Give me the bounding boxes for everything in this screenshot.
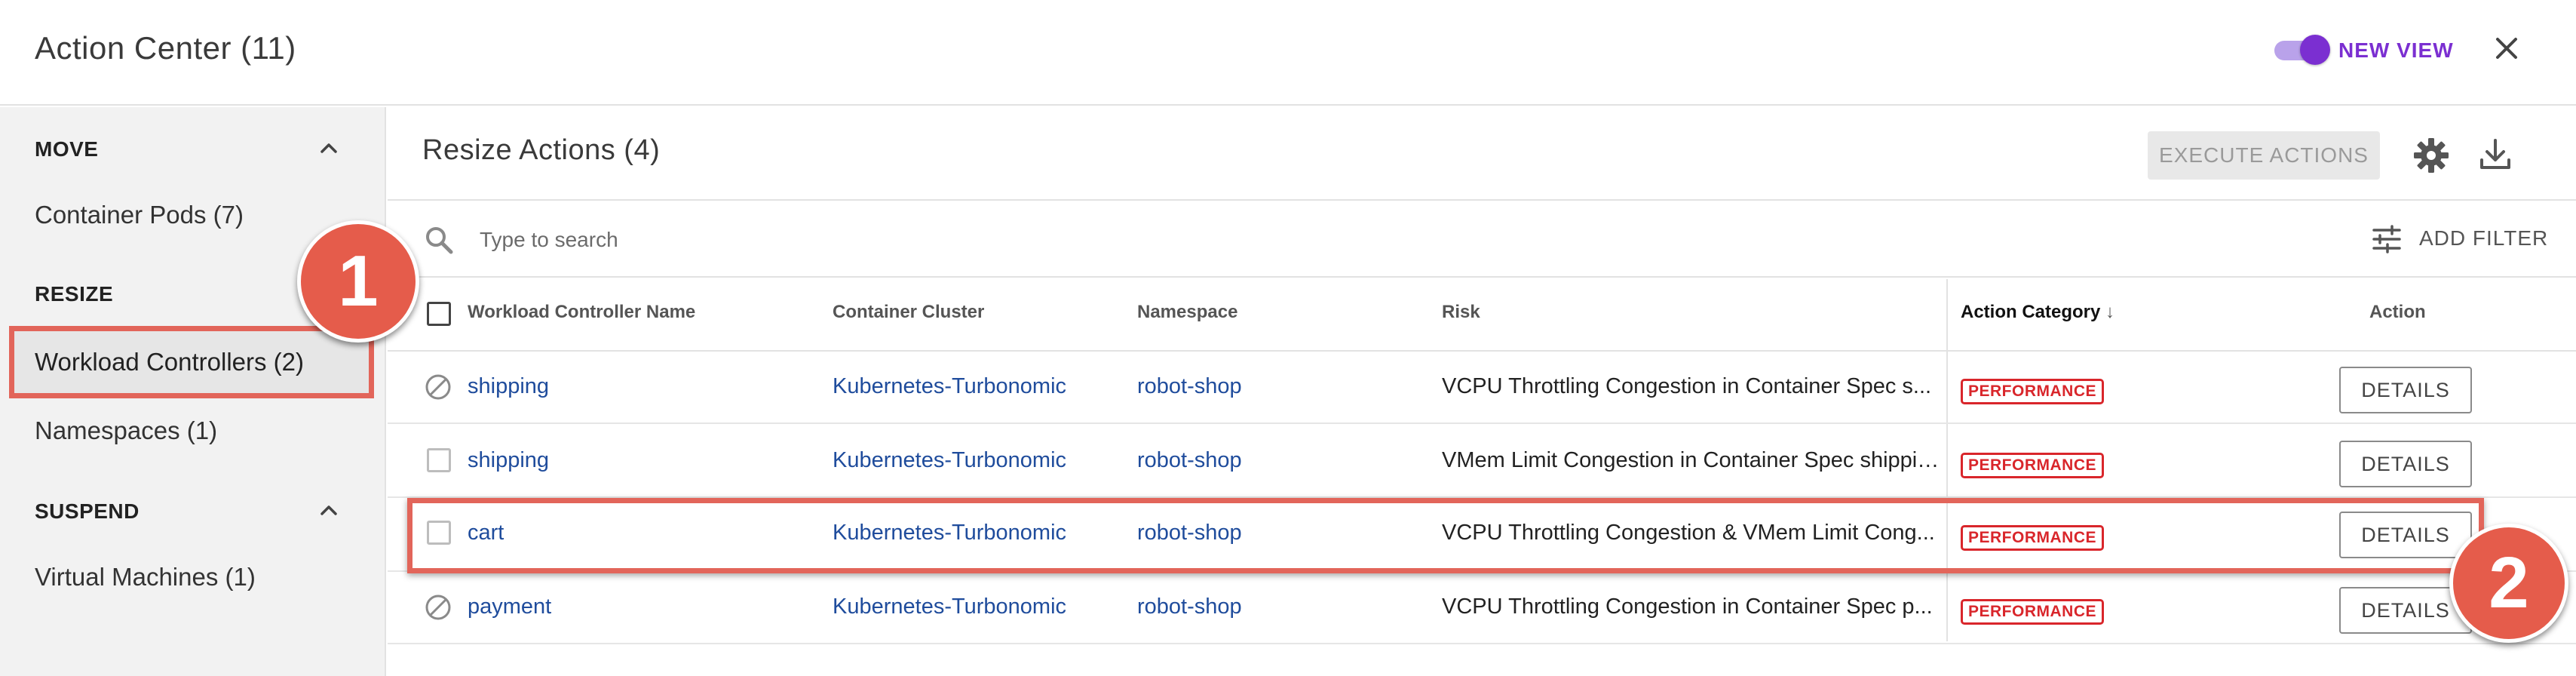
namespace-link[interactable]: robot-shop <box>1137 374 1242 399</box>
column-header-label: Action Category <box>1961 302 2101 322</box>
cluster-link[interactable]: Kubernetes-Turbonomic <box>833 374 1066 399</box>
workload-name-link[interactable]: payment <box>468 595 551 619</box>
risk-text: VMem Limit Congestion in Container Spec … <box>1442 448 1940 472</box>
column-header-cluster[interactable]: Container Cluster <box>833 302 984 323</box>
performance-badge: PERFORMANCE <box>1961 453 2105 478</box>
sidebar-item-virtual-machines[interactable]: Virtual Machines (1) <box>35 563 256 592</box>
sidebar-item-workload-controllers[interactable]: Workload Controllers (2) <box>9 326 374 398</box>
sidebar-item-container-pods[interactable]: Container Pods (7) <box>35 201 244 229</box>
row-checkbox[interactable] <box>427 448 451 472</box>
execute-actions-button[interactable]: EXECUTE ACTIONS <box>2148 131 2380 180</box>
search-bar: ADD FILTER <box>388 202 2576 278</box>
chevron-up-icon[interactable] <box>315 496 342 524</box>
new-view-label[interactable]: NEW VIEW <box>2338 38 2454 63</box>
toggle-knob <box>2300 35 2330 65</box>
table-row: payment Kubernetes-Turbonomic robot-shop… <box>388 572 2576 644</box>
performance-badge: PERFORMANCE <box>1961 599 2105 625</box>
column-header-namespace[interactable]: Namespace <box>1137 302 1237 323</box>
namespace-link[interactable]: robot-shop <box>1137 595 1242 619</box>
search-icon <box>426 227 453 254</box>
row-highlight-box <box>407 498 2484 573</box>
page-title: Action Center (11) <box>35 30 296 66</box>
main-header: Resize Actions (4) EXECUTE ACTIONS <box>388 107 2576 201</box>
section-heading-suspend: SUSPEND <box>35 499 140 523</box>
table-row: shipping Kubernetes-Turbonomic robot-sho… <box>388 352 2576 424</box>
section-heading-move: MOVE <box>35 137 99 161</box>
cluster-link[interactable]: Kubernetes-Turbonomic <box>833 595 1066 619</box>
chevron-up-icon[interactable] <box>315 134 342 161</box>
add-filter-button[interactable]: ADD FILTER <box>2419 226 2548 250</box>
performance-badge: PERFORMANCE <box>1961 379 2105 404</box>
workload-name-link[interactable]: shipping <box>468 374 549 399</box>
gear-icon[interactable] <box>2412 136 2451 175</box>
risk-text: VCPU Throttling Congestion in Container … <box>1442 595 1933 619</box>
cluster-link[interactable]: Kubernetes-Turbonomic <box>833 448 1066 473</box>
sidebar: MOVE Container Pods (7) RESIZE Workload … <box>0 107 386 676</box>
not-allowed-icon <box>425 595 451 620</box>
sidebar-item-label: Workload Controllers (2) <box>35 348 305 376</box>
table-header: Workload Controller Name Container Clust… <box>388 279 2576 352</box>
filter-sliders-icon[interactable] <box>2369 222 2404 257</box>
section-heading-resize: RESIZE <box>35 282 114 306</box>
download-icon[interactable] <box>2476 136 2514 174</box>
table-row: shipping Kubernetes-Turbonomic robot-sho… <box>388 426 2576 498</box>
search-input[interactable] <box>480 223 1158 257</box>
section-title: Resize Actions (4) <box>422 134 661 166</box>
new-view-toggle[interactable] <box>2271 35 2330 65</box>
header-bar: Action Center (11) NEW VIEW <box>0 0 2576 106</box>
column-header-action: Action <box>2369 302 2426 322</box>
sidebar-item-namespaces[interactable]: Namespaces (1) <box>35 416 217 445</box>
namespace-link[interactable]: robot-shop <box>1137 448 1242 473</box>
workload-name-link[interactable]: shipping <box>468 448 549 473</box>
not-allowed-icon <box>425 374 451 400</box>
annotation-badge-2: 2 <box>2449 524 2568 643</box>
annotation-badge-1: 1 <box>297 220 419 343</box>
close-icon[interactable] <box>2489 30 2525 66</box>
column-header-risk[interactable]: Risk <box>1442 302 1480 323</box>
column-header-action-category[interactable]: Action Category ↓ <box>1961 302 2114 323</box>
risk-text: VCPU Throttling Congestion in Container … <box>1442 374 1932 398</box>
details-button[interactable]: DETAILS <box>2339 367 2472 413</box>
sort-descending-icon: ↓ <box>2105 302 2115 322</box>
column-header-name[interactable]: Workload Controller Name <box>468 302 695 323</box>
select-all-checkbox[interactable] <box>427 302 451 326</box>
details-button[interactable]: DETAILS <box>2339 441 2472 487</box>
